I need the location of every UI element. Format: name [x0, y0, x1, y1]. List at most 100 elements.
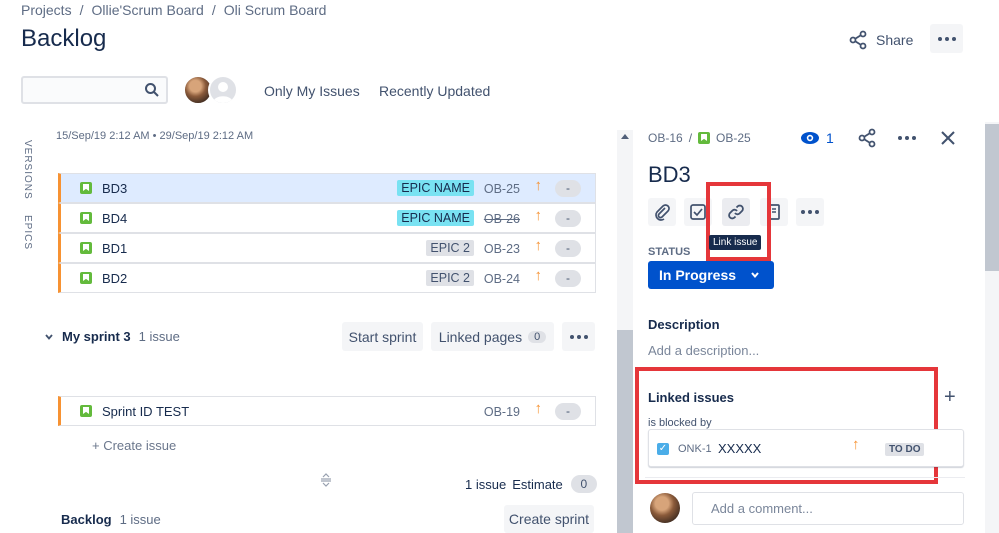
- priority-high-icon: ↑: [534, 267, 543, 284]
- sprint-footer: 1 issue Estimate 0: [465, 475, 597, 493]
- create-issue-link[interactable]: + Create issue: [92, 438, 176, 453]
- comment-input[interactable]: [693, 493, 963, 524]
- more-icon: [898, 136, 916, 140]
- detail-more-button[interactable]: [898, 136, 916, 140]
- story-icon: [80, 405, 92, 417]
- priority-high-icon: ↑: [534, 400, 543, 417]
- table-row[interactable]: BD3 EPIC NAME OB-25 ↑ -: [58, 173, 596, 203]
- divider: [645, 477, 965, 478]
- priority-high-icon: ↑: [534, 207, 543, 224]
- estimate-badge: -: [555, 403, 581, 420]
- tooltip: Link issue: [709, 235, 762, 250]
- description-input[interactable]: Add a description...: [648, 343, 759, 358]
- issue-summary: BD2: [102, 270, 128, 286]
- share-label: Share: [876, 32, 914, 48]
- only-my-issues-filter[interactable]: Only My Issues: [264, 83, 360, 99]
- issue-key[interactable]: OB-25: [716, 131, 751, 145]
- sprint-dates: 15/Sep/19 2:12 AM • 29/Sep/19 2:12 AM: [56, 130, 254, 142]
- sprint-more-button[interactable]: [562, 322, 595, 351]
- versions-tab[interactable]: VERSIONS: [22, 140, 33, 200]
- table-row[interactable]: Sprint ID TEST OB-19 ↑ -: [58, 396, 596, 426]
- story-icon: [80, 212, 92, 224]
- linked-pages-label: Linked pages: [438, 328, 523, 345]
- issue-key: OB-26: [483, 212, 520, 226]
- user-icon: [213, 82, 233, 103]
- table-row[interactable]: BD4 EPIC NAME OB-26 ↑ -: [58, 203, 596, 233]
- task-icon: ✓: [657, 443, 669, 455]
- more-tools-button[interactable]: [796, 198, 824, 226]
- description-label: Description: [648, 317, 720, 332]
- table-row[interactable]: BD1 EPIC 2 OB-23 ↑ -: [58, 233, 596, 263]
- create-sprint-button[interactable]: Create sprint: [504, 505, 594, 533]
- scroll-up-icon[interactable]: [621, 133, 629, 139]
- issue-summary: BD4: [102, 210, 128, 226]
- breadcrumb-separator: /: [79, 2, 84, 18]
- backlog-issue-count: 1 issue: [119, 512, 161, 527]
- estimate-label: Estimate: [512, 476, 563, 492]
- epics-tab[interactable]: EPICS: [22, 215, 33, 250]
- avatar: [650, 493, 680, 523]
- share-icon[interactable]: [857, 128, 877, 148]
- story-icon: [80, 182, 92, 194]
- checkbox-icon: [690, 204, 706, 220]
- issue-title[interactable]: BD3: [648, 162, 691, 188]
- status-dropdown[interactable]: In Progress: [648, 261, 774, 289]
- backlog-scrollbar-thumb[interactable]: [617, 330, 633, 533]
- close-icon[interactable]: [940, 130, 956, 146]
- priority-high-icon: ↑: [534, 237, 543, 254]
- linked-issue-card[interactable]: ✓ ONK-1 XXXXX ↑ TO DO: [648, 429, 964, 467]
- breadcrumb-projects[interactable]: Projects: [21, 2, 72, 18]
- breadcrumb-separator: /: [211, 2, 216, 18]
- linked-pages-button[interactable]: Linked pages 0: [431, 322, 554, 351]
- start-sprint-button[interactable]: Start sprint: [342, 322, 423, 351]
- footer-issue-count: 1 issue: [465, 476, 507, 492]
- linked-pages-count: 0: [528, 330, 547, 343]
- search-icon[interactable]: [144, 82, 160, 98]
- epic-label: EPIC NAME: [397, 210, 474, 226]
- issue-key: OB-23: [483, 242, 520, 256]
- share-button[interactable]: Share: [848, 28, 913, 52]
- detail-scrollbar-thumb[interactable]: [985, 124, 999, 271]
- page-title: Backlog: [21, 25, 107, 52]
- search-input[interactable]: [23, 78, 138, 102]
- estimate-total-badge: 0: [570, 475, 597, 493]
- epic-label: EPIC 2: [426, 270, 474, 286]
- issue-summary: BD1: [102, 240, 128, 256]
- estimate-badge: -: [555, 240, 581, 257]
- estimate-badge: -: [555, 270, 581, 287]
- search-field: [21, 76, 168, 104]
- story-icon: [80, 272, 92, 284]
- table-row[interactable]: BD2 EPIC 2 OB-24 ↑ -: [58, 263, 596, 293]
- epic-label: EPIC NAME: [397, 180, 474, 196]
- add-link-icon[interactable]: +: [944, 386, 956, 409]
- share-icon: [849, 30, 867, 50]
- priority-high-icon: ↑: [852, 436, 860, 453]
- breadcrumb-project[interactable]: Ollie'Scrum Board: [91, 2, 203, 18]
- backlog-header: Backlog 1 issue: [61, 512, 161, 527]
- parent-issue-key[interactable]: OB-16: [648, 131, 683, 145]
- issue-key: OB-19: [483, 405, 520, 419]
- breadcrumb-board[interactable]: Oli Scrum Board: [224, 2, 327, 18]
- linked-issue-summary[interactable]: XXXXX: [718, 441, 761, 456]
- chevron-down-icon: [751, 272, 759, 279]
- issue-summary: BD3: [102, 180, 128, 196]
- comment-field: [692, 492, 964, 525]
- story-icon: [80, 242, 92, 254]
- chevron-down-icon[interactable]: [44, 332, 54, 342]
- more-actions-button[interactable]: [930, 24, 963, 53]
- sprint-name: My sprint 3: [62, 329, 131, 344]
- linked-issue-key[interactable]: ONK-1: [678, 443, 712, 455]
- more-icon: [569, 334, 588, 339]
- watch-button[interactable]: 1: [800, 130, 834, 146]
- estimate-badge: -: [555, 210, 581, 227]
- recently-updated-filter[interactable]: Recently Updated: [379, 83, 490, 99]
- unassigned-avatar[interactable]: [208, 75, 238, 105]
- attach-button[interactable]: [648, 198, 676, 226]
- eye-icon: [801, 132, 819, 144]
- issue-key: OB-24: [483, 272, 520, 286]
- link-type-label: is blocked by: [648, 417, 712, 429]
- estimate-badge: -: [555, 180, 581, 197]
- epic-label: EPIC 2: [426, 240, 474, 256]
- drag-handle-icon[interactable]: [319, 473, 333, 487]
- more-icon: [937, 36, 956, 41]
